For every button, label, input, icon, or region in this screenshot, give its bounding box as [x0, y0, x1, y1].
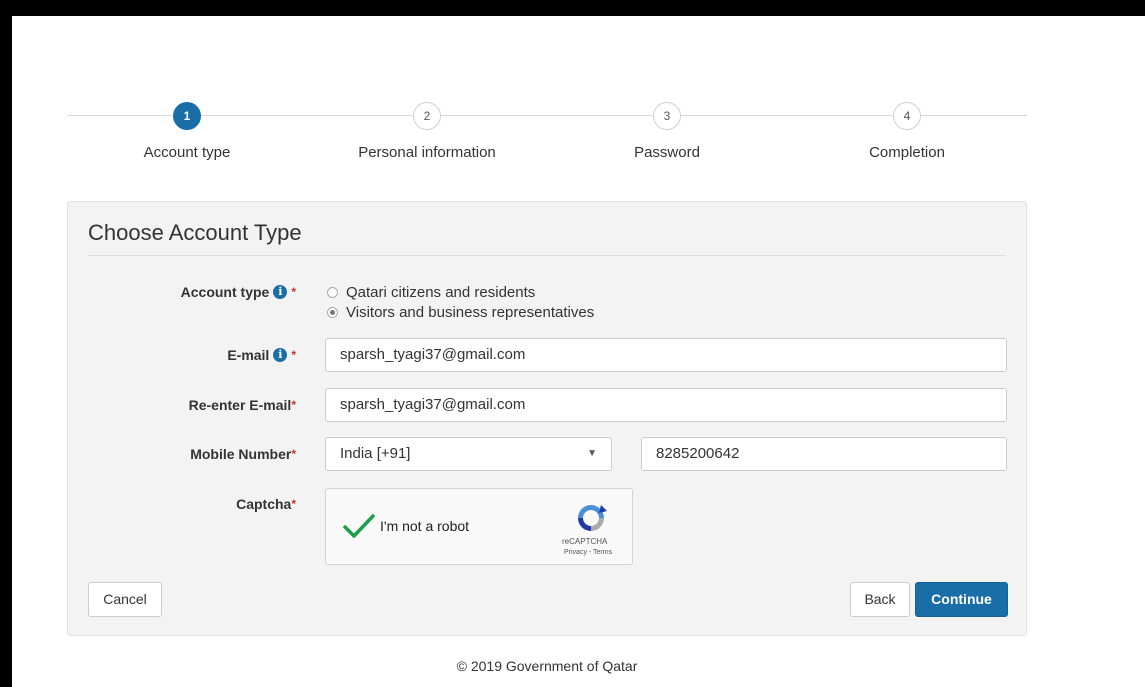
step-completion: 4 Completion	[807, 102, 1007, 161]
step-password: 3 Password	[567, 102, 767, 161]
step-account-type: 1 Account type	[87, 102, 287, 161]
reemail-label: Re-enter E-mail	[188, 397, 292, 413]
captcha-text: I'm not a robot	[380, 518, 470, 534]
radio-button[interactable]	[327, 287, 338, 298]
required-mark: *	[291, 348, 296, 362]
country-code-value: India [+91]	[340, 445, 411, 462]
registration-page: 1 Account type 2 Personal information 3 …	[12, 16, 1145, 687]
footer-copyright: © 2019 Government of Qatar	[456, 658, 638, 674]
cancel-button[interactable]: Cancel	[88, 582, 162, 617]
reemail-field[interactable]: sparsh_tyagi37@gmail.com	[325, 388, 1007, 422]
reemail-label-group: Re-enter E-mail *	[189, 397, 296, 413]
required-mark: *	[291, 398, 296, 412]
step-3-label: Password	[634, 144, 700, 161]
chevron-down-icon: ▼	[587, 448, 597, 459]
radio-label: Visitors and business representatives	[346, 304, 595, 321]
required-mark: *	[291, 285, 296, 299]
step-personal-information: 2 Personal information	[327, 102, 527, 161]
back-button[interactable]: Back	[850, 582, 910, 617]
checkmark-icon[interactable]	[342, 509, 376, 543]
captcha-label-group: Captcha *	[236, 496, 296, 512]
mobile-number-field[interactable]: 8285200642	[641, 437, 1007, 471]
required-mark: *	[291, 497, 296, 511]
step-1-label: Account type	[143, 144, 231, 161]
step-3-circle: 3	[653, 102, 681, 130]
recaptcha-logo-icon	[578, 505, 607, 531]
info-icon[interactable]: i	[273, 285, 288, 299]
email-field[interactable]: sparsh_tyagi37@gmail.com	[325, 338, 1007, 372]
recaptcha-links[interactable]: Privacy - Terms	[564, 549, 612, 556]
continue-button[interactable]: Continue	[915, 582, 1008, 617]
recaptcha-widget[interactable]: I'm not a robot reCAPTCHA Privacy - Term…	[325, 488, 633, 565]
account-type-label-group: Account type i *	[181, 284, 296, 300]
country-code-select[interactable]: India [+91] ▼	[325, 437, 612, 471]
email-label: E-mail	[227, 347, 270, 363]
panel-divider	[88, 255, 1006, 256]
radio-qatari-citizens[interactable]: Qatari citizens and residents	[327, 284, 535, 301]
info-icon[interactable]: i	[273, 348, 288, 362]
radio-visitors[interactable]: Visitors and business representatives	[327, 304, 594, 321]
recaptcha-brand: reCAPTCHA	[562, 537, 608, 546]
panel-title: Choose Account Type	[88, 220, 302, 245]
radio-label: Qatari citizens and residents	[346, 284, 536, 301]
required-mark: *	[291, 447, 296, 461]
email-label-group: E-mail i *	[227, 347, 296, 363]
step-4-label: Completion	[869, 144, 945, 161]
captcha-label: Captcha	[236, 496, 292, 512]
account-type-label: Account type	[180, 284, 270, 300]
mobile-label-group: Mobile Number *	[190, 446, 296, 462]
step-1-circle: 1	[173, 102, 201, 130]
account-type-panel: Choose Account Type Account type i * Qat…	[67, 201, 1027, 636]
step-2-label: Personal information	[358, 144, 496, 161]
mobile-label: Mobile Number	[190, 446, 292, 462]
step-2-circle: 2	[413, 102, 441, 130]
step-4-circle: 4	[893, 102, 921, 130]
radio-button-checked[interactable]	[327, 307, 338, 318]
